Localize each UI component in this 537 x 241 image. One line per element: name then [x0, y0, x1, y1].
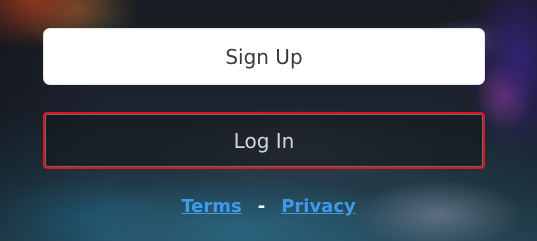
terms-link[interactable]: Terms	[181, 196, 241, 217]
sign-up-button[interactable]: Sign Up	[43, 28, 485, 85]
privacy-link[interactable]: Privacy	[281, 196, 356, 217]
footer-links: Terms - Privacy	[0, 196, 537, 217]
log-in-button[interactable]: Log In	[43, 112, 485, 169]
link-separator: -	[257, 196, 266, 217]
